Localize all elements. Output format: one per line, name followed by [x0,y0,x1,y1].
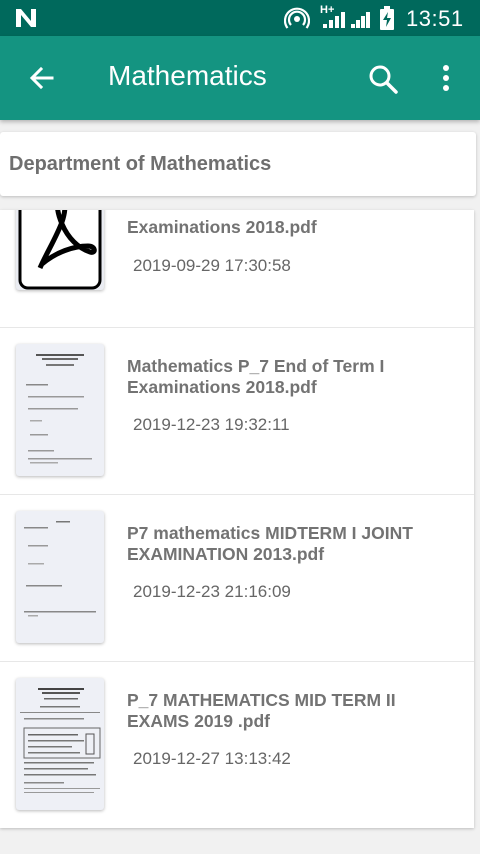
file-list-item[interactable]: P_7 MATHEMATICS MID TERM II EXAMS 2019 .… [0,661,474,828]
file-date: 2019-12-27 13:13:42 [133,749,291,768]
file-name: Examinations 2018.pdf [127,217,317,237]
document-page-icon [20,688,101,793]
file-list-item[interactable]: Mathematics P_7 End of Term I Examinatio… [0,327,474,495]
department-card: Department of Mathematics [0,132,476,196]
status-time: 13:51 [406,6,464,31]
app-toolbar: Mathematics [0,36,480,120]
file-date: 2019-09-29 17:30:58 [133,256,291,275]
arrow-back-icon[interactable] [26,62,58,94]
document-thumbnail [16,678,104,810]
n-logo-icon [16,9,36,27]
file-date: 2019-12-23 21:16:09 [133,582,291,601]
page-title: Mathematics [108,60,267,91]
status-bar: H+ 13:51 [0,0,480,36]
battery-charging-icon [380,6,394,30]
more-vert-icon[interactable] [436,62,456,94]
document-thumbnail [16,511,104,643]
file-name: P_7 MATHEMATICS MID TERM II EXAMS 2019 .… [127,690,396,731]
hotspot-icon [284,7,310,29]
file-list-item[interactable]: Examinations 2018.pdf 2019-09-29 17:30:5… [0,210,474,328]
search-icon[interactable] [366,62,400,96]
pdf-thumbnail [16,210,104,290]
file-name: Mathematics P_7 End of Term I Examinatio… [127,356,385,397]
department-title: Department of Mathematics [9,153,272,175]
pdf-logo-icon [18,210,102,290]
document-page-icon [24,521,96,617]
signal-icon [351,12,370,28]
document-page-icon [26,354,92,464]
file-name: P7 mathematics MIDTERM I JOINT EXAMINATI… [127,523,413,564]
file-list-item[interactable]: P7 mathematics MIDTERM I JOINT EXAMINATI… [0,494,474,662]
file-date: 2019-12-23 19:32:11 [133,415,290,434]
document-thumbnail [16,344,104,476]
signal-icon [323,12,345,28]
file-list: Examinations 2018.pdf 2019-09-29 17:30:5… [0,210,474,828]
